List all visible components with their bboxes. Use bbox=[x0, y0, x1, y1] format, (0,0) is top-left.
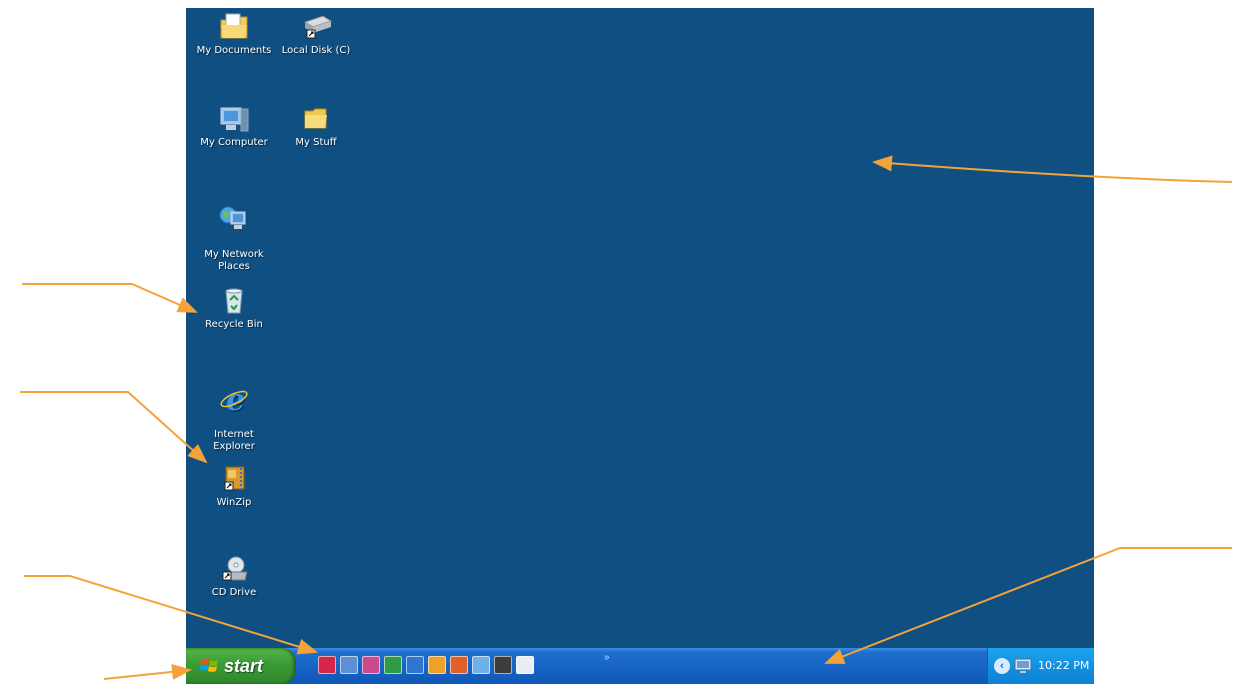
tv-icon[interactable] bbox=[494, 656, 512, 674]
cd-drive-icon bbox=[222, 556, 248, 581]
desktop-icon-winzip[interactable]: WinZip bbox=[192, 464, 276, 509]
messenger-icon[interactable] bbox=[516, 656, 534, 674]
internet-explorer-icon: e bbox=[220, 384, 248, 414]
icon-label: My Documents bbox=[196, 45, 272, 56]
icon-label: Recycle Bin bbox=[205, 319, 263, 330]
photo-editor-icon[interactable] bbox=[362, 656, 380, 674]
monitor-icon[interactable] bbox=[1014, 658, 1032, 674]
desktop-icon-my-stuff[interactable]: My Stuff bbox=[274, 104, 358, 149]
quick-launch-chevron[interactable]: » bbox=[604, 652, 610, 663]
my-documents-icon bbox=[220, 13, 248, 39]
desktop-icon-cd-drive[interactable]: CD Drive bbox=[192, 554, 276, 599]
folder-icon bbox=[304, 108, 327, 129]
clock[interactable]: 10:22 PM bbox=[1038, 659, 1089, 672]
icon-label: My Computer bbox=[200, 137, 268, 148]
excel-icon[interactable] bbox=[384, 656, 402, 674]
arrow-start-button bbox=[103, 663, 192, 680]
network-places-icon bbox=[219, 206, 246, 229]
taskbar[interactable]: start » ‹ 10:22 PM bbox=[186, 648, 1094, 684]
desktop-icon-my-computer[interactable]: My Computer bbox=[192, 104, 276, 149]
media-icon[interactable] bbox=[472, 656, 490, 674]
start-label: start bbox=[224, 656, 264, 676]
windows-logo-icon bbox=[200, 659, 218, 672]
powerpoint-icon[interactable] bbox=[450, 656, 468, 674]
winzip-icon bbox=[224, 466, 245, 491]
acrobat-icon[interactable] bbox=[318, 656, 336, 674]
icon-label: My Stuff bbox=[295, 137, 337, 148]
recycle-bin-icon bbox=[225, 288, 243, 314]
icon-label: CD Drive bbox=[211, 587, 257, 598]
internet-explorer-icon[interactable] bbox=[406, 656, 424, 674]
local-disk-icon bbox=[303, 15, 333, 39]
tray-expand-icon[interactable]: ‹ bbox=[994, 658, 1010, 674]
paint-icon[interactable] bbox=[340, 656, 358, 674]
icon-label: WinZip bbox=[216, 497, 252, 508]
arrow-winzip bbox=[20, 391, 208, 464]
desktop-icon-recycle-bin[interactable]: Recycle Bin bbox=[192, 286, 276, 331]
arrow-recycle-bin bbox=[22, 283, 198, 313]
start-button[interactable]: start bbox=[186, 648, 296, 684]
icon-label: Local Disk (C) bbox=[281, 45, 351, 56]
system-tray: ‹ 10:22 PM bbox=[987, 648, 1094, 684]
outlook-icon[interactable] bbox=[428, 656, 446, 674]
desktop-icon-local-disk[interactable]: Local Disk (C) bbox=[274, 12, 358, 57]
desktop-icon-internet-explorer[interactable]: e Internet Explorer bbox=[192, 372, 276, 453]
desktop-icon-my-documents[interactable]: My Documents bbox=[192, 12, 276, 57]
icon-label: My Network Places bbox=[204, 249, 264, 272]
desktop-icon-my-network-places[interactable]: My Network Places bbox=[192, 192, 276, 273]
desktop[interactable]: My Documents Local Disk (C) My Computer … bbox=[186, 8, 1094, 648]
my-computer-icon bbox=[220, 107, 249, 132]
icon-label: Internet Explorer bbox=[213, 429, 255, 452]
